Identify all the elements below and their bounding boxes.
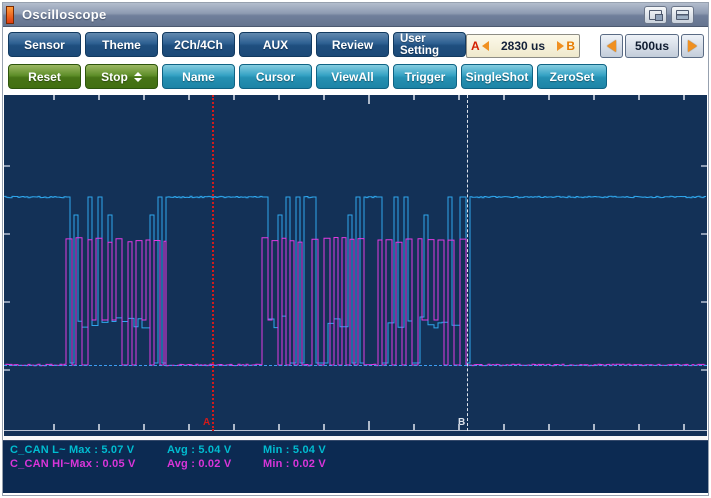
grid-tick xyxy=(503,95,505,100)
time-axis xyxy=(4,430,707,431)
grid-tick xyxy=(233,95,235,100)
grid-tick xyxy=(503,424,505,430)
popout-icon xyxy=(649,10,662,20)
run-stop-label: Stop xyxy=(101,70,128,84)
cursor-a-label: A xyxy=(203,417,210,428)
user-setting-button[interactable]: User Setting xyxy=(393,32,466,57)
viewall-button[interactable]: ViewAll xyxy=(316,64,389,89)
scale-tick xyxy=(4,369,10,371)
ch2-min-value: Min : 0.02 V xyxy=(263,458,326,470)
popout-window-button[interactable] xyxy=(644,6,667,24)
timebase-value[interactable]: 500us xyxy=(625,34,679,58)
grid-tick xyxy=(188,95,190,100)
cursor-a-marker: A xyxy=(471,39,480,53)
grid-tick xyxy=(143,95,145,100)
zero-baseline xyxy=(4,365,707,366)
zeroset-button[interactable]: ZeroSet xyxy=(537,64,607,89)
grid-tick xyxy=(413,95,415,100)
stack-icon xyxy=(676,10,689,20)
name-button[interactable]: Name xyxy=(162,64,235,89)
ch1-min-value: Min : 5.04 V xyxy=(263,444,326,456)
scope-display: A B xyxy=(4,95,707,436)
run-stop-selector[interactable]: Stop xyxy=(85,64,158,89)
cursor-a-line[interactable] xyxy=(212,95,214,431)
grid-tick xyxy=(278,95,280,100)
grid-tick xyxy=(593,424,595,430)
cursor-b-arrow-icon xyxy=(557,41,564,51)
grid-tick xyxy=(368,95,370,104)
grid-tick xyxy=(323,95,325,100)
split-view-button[interactable] xyxy=(671,6,694,24)
grid-tick xyxy=(548,424,550,430)
ch2-avg-value: Avg : 0.02 V xyxy=(167,458,231,470)
channel-mode-button[interactable]: 2Ch/4Ch xyxy=(162,32,235,57)
grid-tick xyxy=(233,424,235,430)
scale-tick xyxy=(701,165,707,167)
trigger-button[interactable]: Trigger xyxy=(393,64,457,89)
timebase-decrease-button[interactable] xyxy=(600,34,623,58)
aux-button[interactable]: AUX xyxy=(239,32,312,57)
grid-tick xyxy=(548,95,550,100)
grid-tick xyxy=(638,424,640,430)
grid-tick xyxy=(98,95,100,100)
scale-tick xyxy=(701,233,707,235)
grid-tick xyxy=(638,95,640,100)
grid-tick xyxy=(683,95,685,100)
scale-tick xyxy=(701,369,707,371)
ch1-avg-value: Avg : 5.04 V xyxy=(167,444,231,456)
toolbar-row-2: Reset Stop Name Cursor ViewAll Trigger S… xyxy=(8,64,607,90)
titlebar: Oscilloscope xyxy=(3,3,708,27)
grid-tick xyxy=(413,424,415,430)
window-title: Oscilloscope xyxy=(22,7,107,22)
grid-tick xyxy=(53,95,55,100)
oscilloscope-window: Oscilloscope Sensor Theme 2Ch/4Ch AUX Re… xyxy=(2,2,709,496)
grid-tick xyxy=(368,421,370,430)
cursor-a-arrow-icon xyxy=(482,41,489,51)
spinner-icon xyxy=(134,72,142,82)
ch2-max-value: C_CAN HI~Max : 0.05 V xyxy=(10,458,136,470)
grid-tick xyxy=(188,424,190,430)
reset-button[interactable]: Reset xyxy=(8,64,81,89)
grid-tick xyxy=(323,424,325,430)
ch1-max-value: C_CAN L~ Max : 5.07 V xyxy=(10,444,134,456)
grid-tick xyxy=(53,424,55,430)
toolbar-row-1: Sensor Theme 2Ch/4Ch AUX Review User Set… xyxy=(8,32,466,58)
scale-tick xyxy=(701,301,707,303)
ab-delta-value: 2830 us xyxy=(491,39,556,53)
screen: Oscilloscope Sensor Theme 2Ch/4Ch AUX Re… xyxy=(0,0,711,498)
left-arrow-icon xyxy=(607,40,616,52)
scale-tick xyxy=(4,301,10,303)
timebase-increase-button[interactable] xyxy=(681,34,704,58)
grid-tick xyxy=(143,424,145,430)
measurement-panel: C_CAN L~ Max : 5.07 V Avg : 5.04 V Min :… xyxy=(3,440,708,493)
ab-cursor-readout[interactable]: A 2830 us B xyxy=(466,34,580,58)
grid-tick xyxy=(458,424,460,430)
channel1-measurements: C_CAN L~ Max : 5.07 V Avg : 5.04 V Min :… xyxy=(3,444,708,457)
singleshot-button[interactable]: SingleShot xyxy=(461,64,533,89)
theme-button[interactable]: Theme xyxy=(85,32,158,57)
sensor-button[interactable]: Sensor xyxy=(8,32,81,57)
waveform-canvas xyxy=(4,95,707,436)
scale-tick xyxy=(4,165,10,167)
right-arrow-icon xyxy=(688,40,697,52)
channel2-measurements: C_CAN HI~Max : 0.05 V Avg : 0.02 V Min :… xyxy=(3,458,708,471)
grid-tick xyxy=(98,424,100,430)
cursor-b-line[interactable] xyxy=(467,95,468,431)
grid-tick xyxy=(278,424,280,430)
timebase-control: 500us xyxy=(600,34,704,58)
grid-tick xyxy=(683,424,685,430)
cursor-button[interactable]: Cursor xyxy=(239,64,312,89)
scale-tick xyxy=(4,233,10,235)
cursor-b-marker: B xyxy=(566,39,575,53)
review-button[interactable]: Review xyxy=(316,32,389,57)
app-icon xyxy=(6,6,14,24)
grid-tick xyxy=(458,95,460,100)
grid-tick xyxy=(593,95,595,100)
